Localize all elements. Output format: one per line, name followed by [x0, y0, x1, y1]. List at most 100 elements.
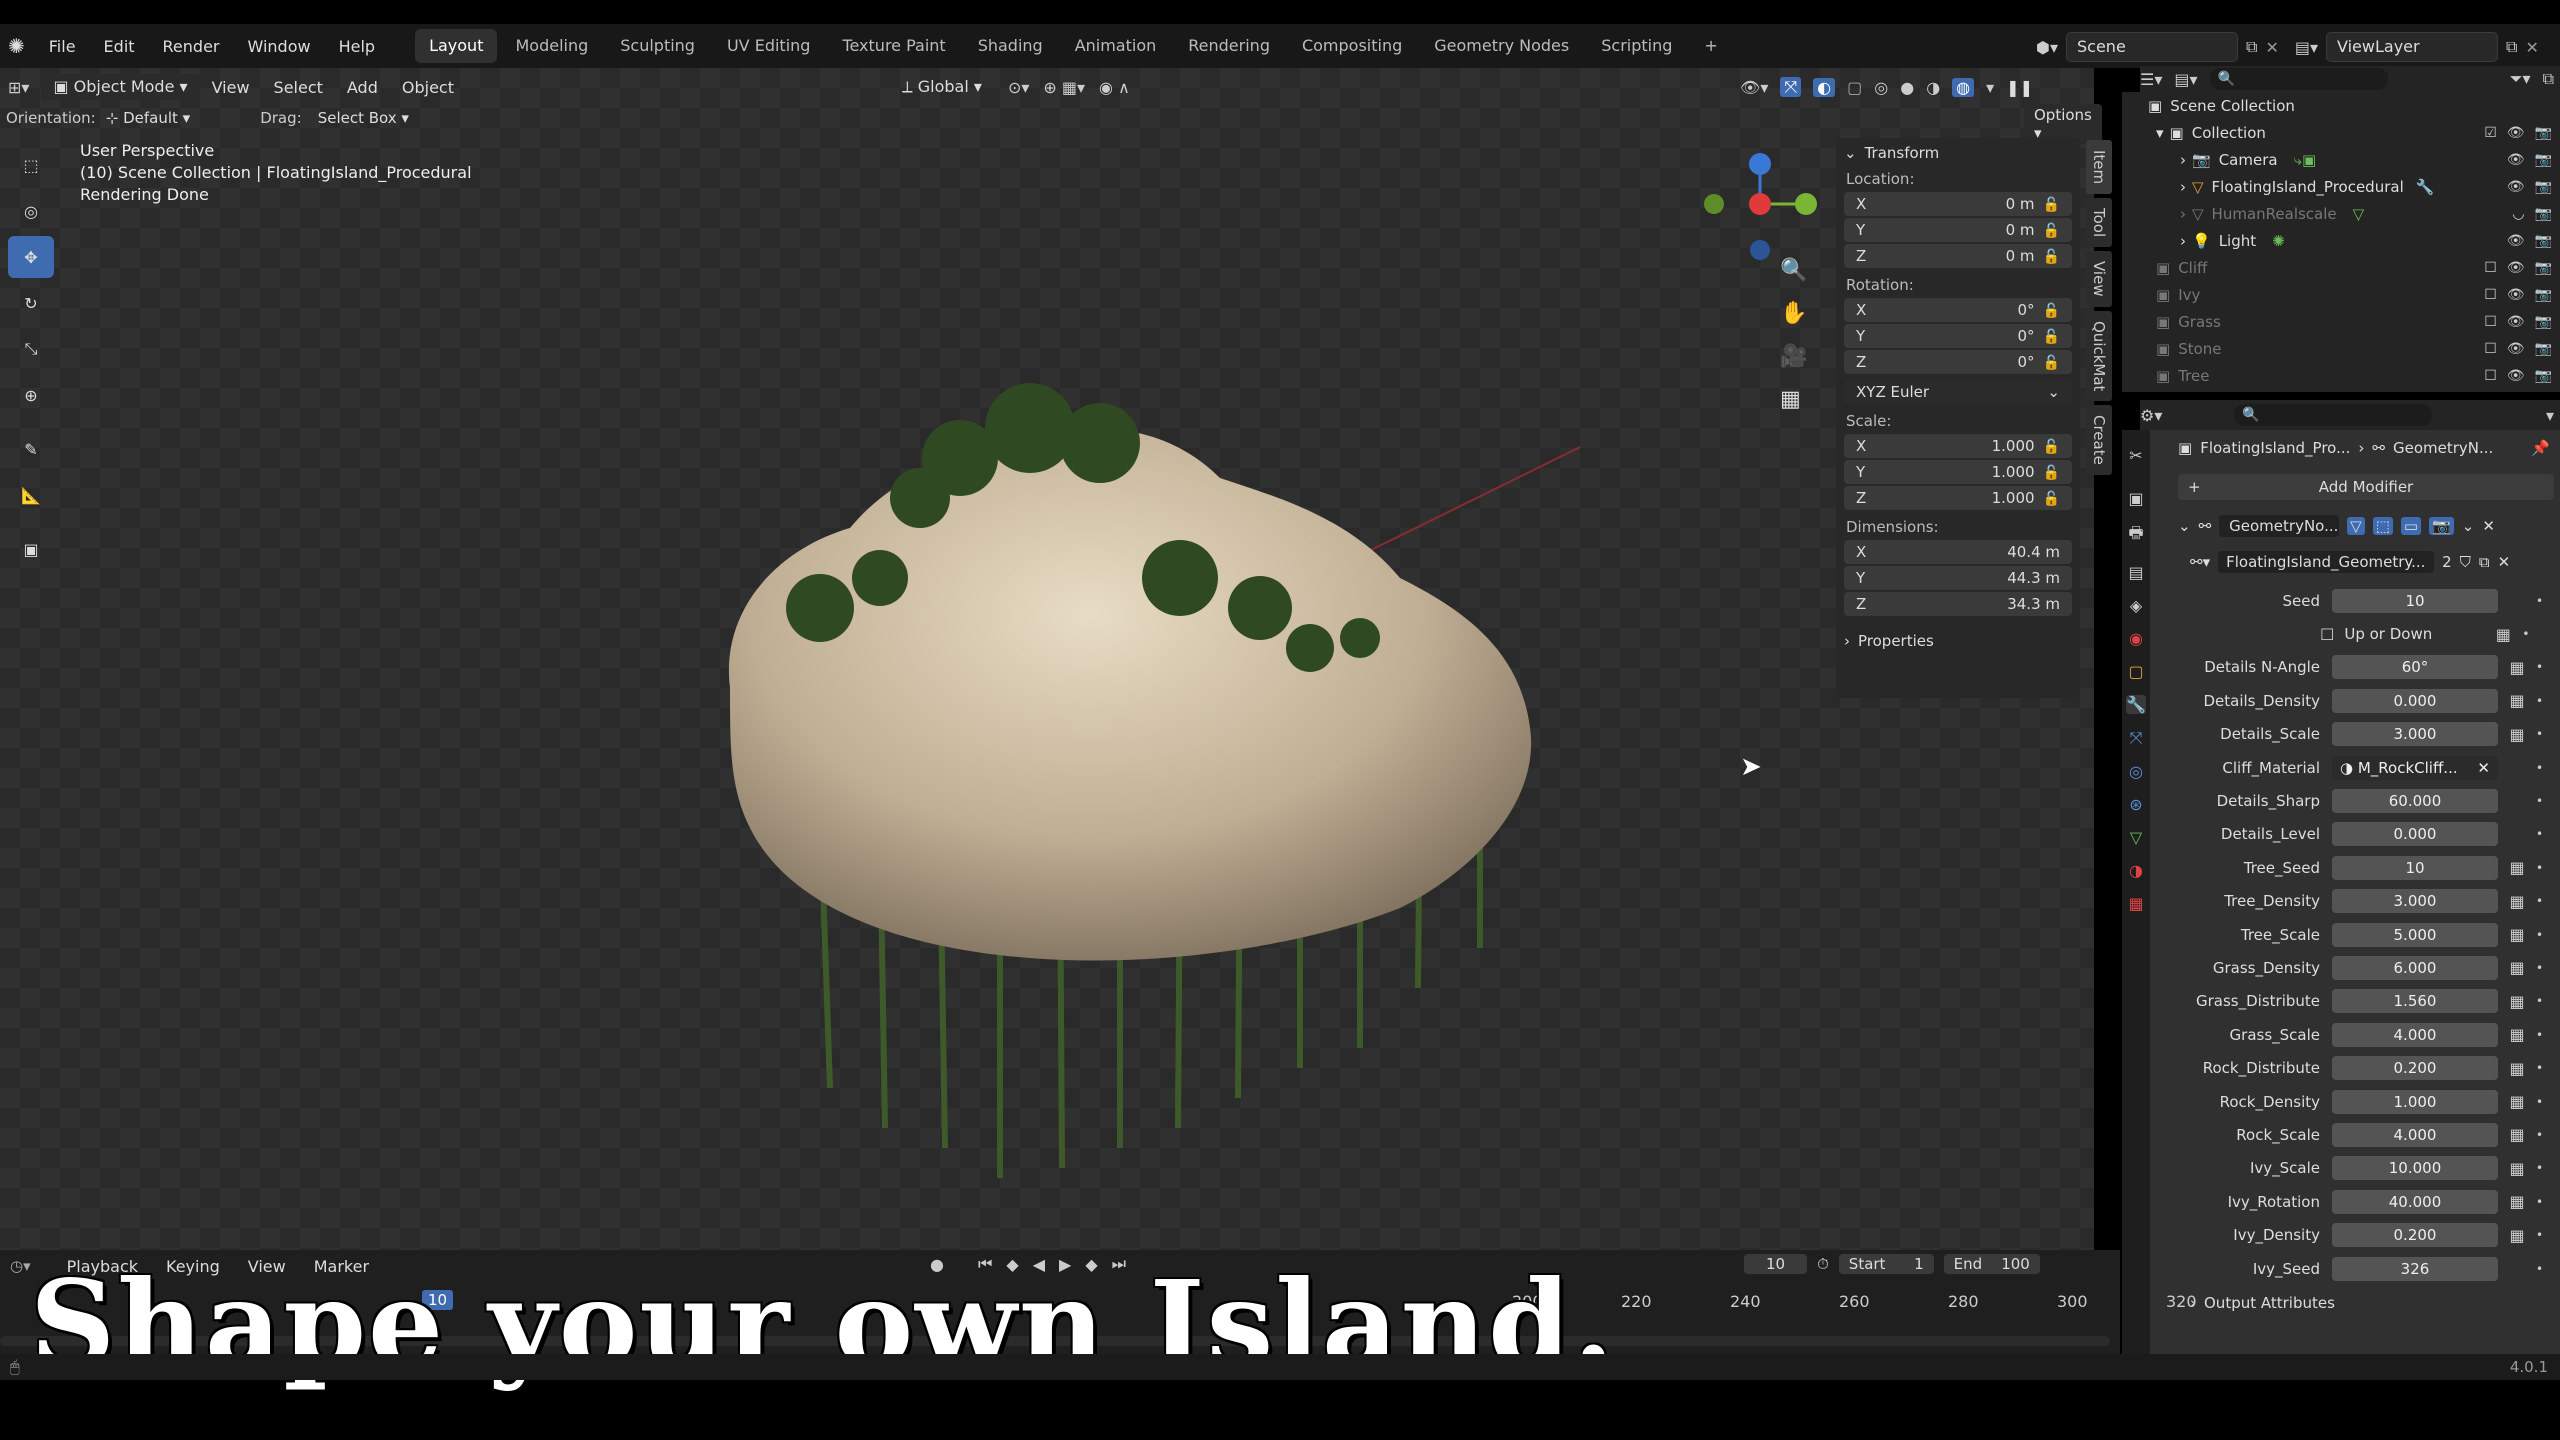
view-layer-icon[interactable]: ▤▾: [2295, 38, 2318, 57]
world-tab-icon[interactable]: ◉: [2129, 629, 2143, 648]
move-tool-icon[interactable]: ✥: [8, 236, 54, 278]
outliner-item-light[interactable]: › 💡 Light ✺ 👁 📷: [2122, 227, 2560, 254]
rendered-shading-icon[interactable]: ◍: [1952, 77, 1975, 97]
camera-render-icon[interactable]: 📷: [2535, 152, 2552, 168]
gizmo-neg-z-icon[interactable]: [1750, 240, 1770, 260]
tab-animation[interactable]: Animation: [1061, 29, 1171, 63]
outliner-collection-cliff[interactable]: ▣ Cliff ☐ 👁 📷: [2122, 254, 2560, 281]
edit-mode-toggle-icon[interactable]: ▽: [2347, 517, 2365, 535]
transform-header[interactable]: ⌄ Transform: [1844, 144, 2072, 162]
solid-shading-icon[interactable]: ●: [1900, 78, 1914, 97]
outliner-collection-stone[interactable]: ▣ Stone ☐ 👁 📷: [2122, 335, 2560, 362]
view-layer-field[interactable]: ViewLayer: [2326, 32, 2498, 62]
param-value-field[interactable]: 4.000: [2332, 1022, 2498, 1047]
measure-tool-icon[interactable]: 📐: [8, 474, 54, 516]
properties-subpanel-header[interactable]: › Properties: [1844, 632, 2072, 650]
lock-icon[interactable]: 🔓: [2043, 223, 2060, 239]
param-value-field[interactable]: 40.000: [2332, 1189, 2498, 1214]
keyframe-dot-icon[interactable]: •: [2522, 627, 2529, 641]
rotation-z-field[interactable]: Z 0° 🔓: [1844, 350, 2072, 374]
keyframe-dot-icon[interactable]: •: [2536, 660, 2543, 674]
checkbox-icon[interactable]: ☐: [2484, 341, 2497, 357]
shading-options-icon[interactable]: ▾: [1986, 78, 1994, 97]
menu-render[interactable]: Render: [149, 37, 234, 56]
lock-icon[interactable]: 🔓: [2043, 249, 2060, 265]
checkbox-icon[interactable]: ☐: [2484, 368, 2497, 384]
checkbox-icon[interactable]: ☐: [2484, 260, 2497, 276]
attribute-toggle-icon[interactable]: ▦: [2508, 1159, 2526, 1178]
param-value-field[interactable]: 0.200: [2332, 1056, 2498, 1081]
material-shading-icon[interactable]: ◑: [1926, 78, 1940, 97]
param-value-field[interactable]: 1.560: [2332, 989, 2498, 1014]
tab-texture-paint[interactable]: Texture Paint: [828, 29, 959, 63]
modifier-name-field[interactable]: GeometryNo...: [2219, 515, 2340, 537]
pivot-icon[interactable]: ⊙▾: [1008, 78, 1029, 97]
param-value-field[interactable]: 1.000: [2332, 1089, 2498, 1114]
gizmo-z-icon[interactable]: [1749, 153, 1771, 175]
tab-quickmat[interactable]: QuickMat: [2086, 310, 2112, 402]
attribute-toggle-icon[interactable]: ▦: [2508, 925, 2526, 944]
modifier-tab-icon[interactable]: 🔧: [2126, 695, 2146, 714]
tab-item[interactable]: Item: [2086, 140, 2112, 195]
camera-render-icon[interactable]: 📷: [2535, 260, 2552, 276]
wireframe-shading-icon[interactable]: ◎: [1874, 78, 1888, 97]
fake-user-shield-icon[interactable]: ⛉: [2460, 553, 2471, 571]
checkbox-icon[interactable]: ☑: [2484, 125, 2497, 141]
camera-render-icon[interactable]: 📷: [2535, 314, 2552, 330]
param-value-field[interactable]: 0.200: [2332, 1223, 2498, 1248]
checkbox-icon[interactable]: ☐: [2320, 625, 2334, 644]
cage-toggle-icon[interactable]: ⬚: [2372, 517, 2393, 535]
mode-dropdown[interactable]: ▣ Object Mode ▾: [41, 74, 200, 100]
node-tree-icon[interactable]: ⚯▾: [2190, 553, 2210, 571]
lock-icon[interactable]: 🔓: [2043, 465, 2060, 481]
keyframe-dot-icon[interactable]: •: [2536, 761, 2543, 775]
keyframe-dot-icon[interactable]: •: [2536, 1095, 2543, 1109]
menu-edit[interactable]: Edit: [90, 37, 149, 56]
tab-view[interactable]: View: [2086, 251, 2112, 307]
new-view-layer-icon[interactable]: ⧉: [2506, 37, 2517, 57]
new-scene-icon[interactable]: ⧉: [2246, 37, 2257, 57]
param-value-field[interactable]: 60°: [2332, 655, 2498, 680]
rotation-y-field[interactable]: Y 0° 🔓: [1844, 324, 2072, 348]
param-value-field[interactable]: 0.000: [2332, 822, 2498, 847]
filter-icon[interactable]: ⏷▾: [2510, 69, 2531, 89]
output-attributes-header[interactable]: › Output Attributes: [2190, 1289, 2560, 1317]
param-value-field[interactable]: 60.000: [2332, 789, 2498, 814]
camera-render-icon[interactable]: 📷: [2535, 287, 2552, 303]
attribute-toggle-icon[interactable]: ▦: [2508, 658, 2526, 677]
properties-options-icon[interactable]: ▾: [2546, 406, 2554, 425]
eye-icon[interactable]: 👁: [2507, 287, 2525, 303]
zoom-icon[interactable]: 🔍: [1780, 258, 1807, 283]
outliner-collection-ivy[interactable]: ▣ Ivy ☐ 👁 📷: [2122, 281, 2560, 308]
camera-render-icon[interactable]: 📷: [2535, 233, 2552, 249]
scene-name-field[interactable]: Scene: [2066, 32, 2238, 62]
tab-layout[interactable]: Layout: [415, 29, 498, 63]
param-value-field[interactable]: 4.000: [2332, 1122, 2498, 1147]
outliner-editor-type-icon[interactable]: ☰▾: [2140, 70, 2162, 89]
param-checkbox-label[interactable]: Up or Down: [2344, 625, 2484, 643]
proportional-edit-icon[interactable]: ◉ ∧: [1099, 78, 1130, 97]
gizmo-neg-y-icon[interactable]: [1704, 194, 1724, 214]
tool-tab-icon[interactable]: ✂: [2129, 446, 2142, 465]
keyframe-dot-icon[interactable]: •: [2536, 1195, 2543, 1209]
orientation-dropdown[interactable]: ⊹ Default ▾: [106, 109, 190, 127]
scale-y-field[interactable]: Y 1.000 🔓: [1844, 460, 2072, 484]
eye-icon[interactable]: 👁: [2507, 125, 2525, 141]
attribute-toggle-icon[interactable]: ▦: [2508, 725, 2526, 744]
eye-icon[interactable]: 👁: [2507, 260, 2525, 276]
outliner-collection-grass[interactable]: ▣ Grass ☐ 👁 📷: [2122, 308, 2560, 335]
remove-scene-icon[interactable]: ✕: [2265, 38, 2278, 57]
remove-view-layer-icon[interactable]: ✕: [2525, 38, 2538, 57]
rotation-x-field[interactable]: X 0° 🔓: [1844, 298, 2072, 322]
add-cube-tool-icon[interactable]: ▣: [8, 528, 54, 570]
camera-render-icon[interactable]: 📷: [2535, 179, 2552, 195]
attribute-toggle-icon[interactable]: ▦: [2508, 1025, 2526, 1044]
param-value-field[interactable]: 10: [2332, 855, 2498, 880]
keyframe-dot-icon[interactable]: •: [2536, 1061, 2543, 1075]
data-tab-icon[interactable]: ▽: [2130, 828, 2142, 847]
keyframe-dot-icon[interactable]: •: [2536, 794, 2543, 808]
add-modifier-button[interactable]: + Add Modifier: [2178, 474, 2554, 500]
unlink-close-icon[interactable]: ✕: [2498, 553, 2511, 571]
pan-hand-icon[interactable]: ✋: [1780, 301, 1807, 326]
dimensions-z-field[interactable]: Z 34.3 m: [1844, 592, 2072, 616]
